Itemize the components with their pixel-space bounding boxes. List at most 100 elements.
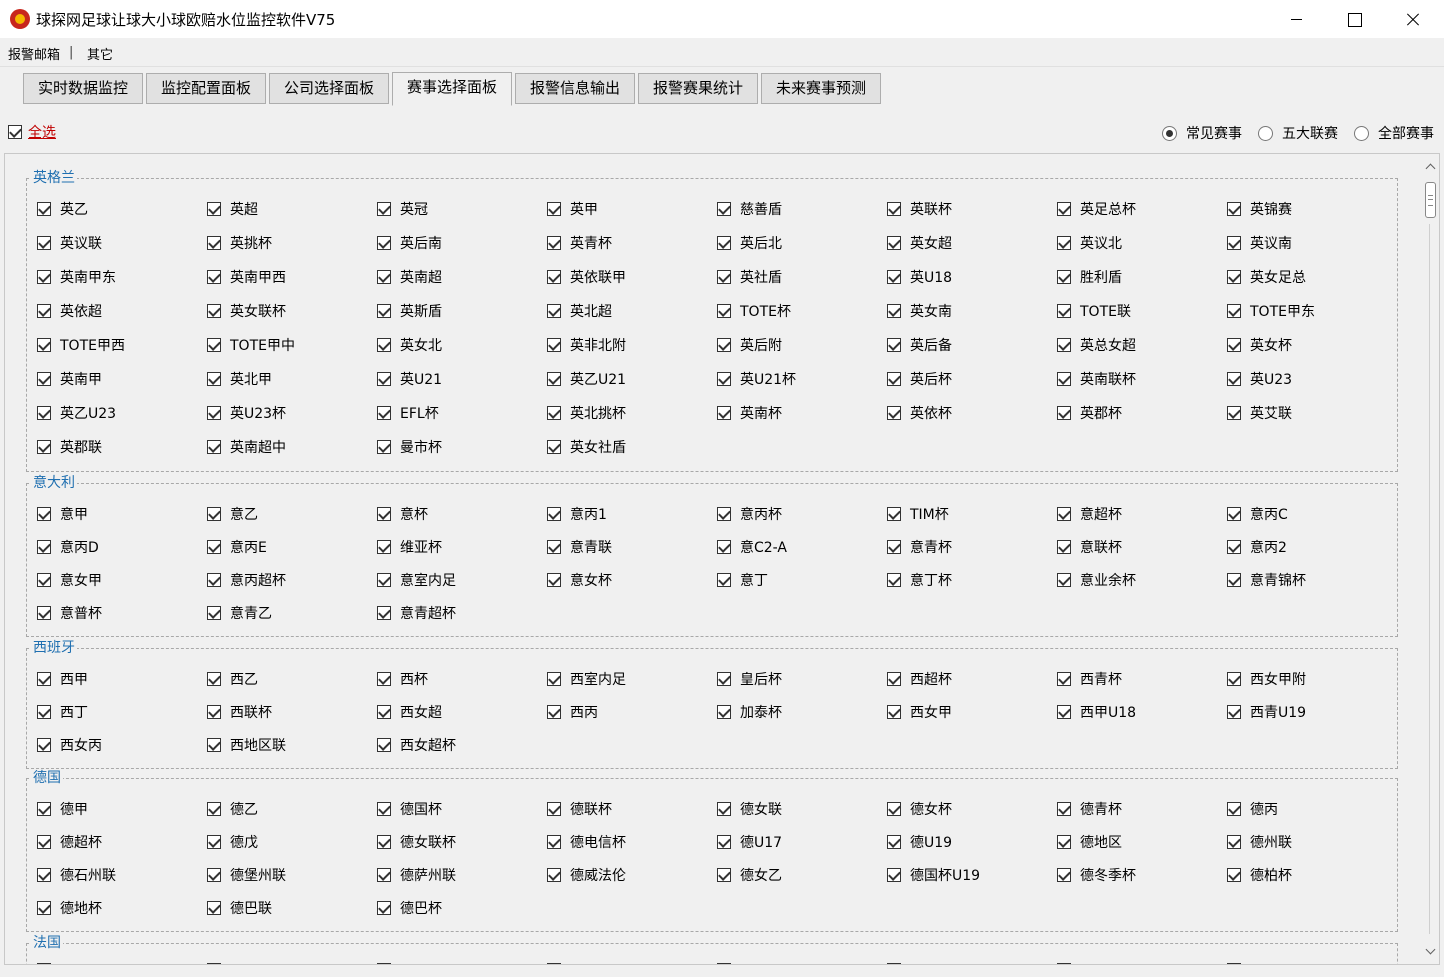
league-check[interactable] xyxy=(887,835,901,849)
league-checkbox[interactable]: 德女联杯 xyxy=(377,832,456,851)
league-checkbox[interactable]: 德乙 xyxy=(207,799,258,818)
league-check[interactable] xyxy=(37,372,51,386)
menu-other[interactable]: 其它 xyxy=(87,44,113,63)
league-check[interactable] xyxy=(37,606,51,620)
league-checkbox[interactable]: 德丙 xyxy=(1227,799,1278,818)
league-checkbox[interactable]: 英社盾 xyxy=(717,267,782,286)
league-checkbox[interactable]: 英北挑杯 xyxy=(547,403,626,422)
league-checkbox[interactable]: 西超杯 xyxy=(887,669,952,688)
league-check[interactable] xyxy=(207,440,221,454)
league-checkbox[interactable]: 英议北 xyxy=(1057,233,1122,252)
league-check[interactable] xyxy=(717,338,731,352)
league-check[interactable] xyxy=(207,835,221,849)
league-check[interactable] xyxy=(1227,540,1241,554)
league-check[interactable] xyxy=(1227,202,1241,216)
league-check[interactable] xyxy=(1227,868,1241,882)
league-checkbox[interactable]: 意联杯 xyxy=(1057,537,1122,556)
scroll-thumb[interactable] xyxy=(1425,182,1436,218)
league-checkbox[interactable]: 英冠 xyxy=(377,199,428,218)
league-check[interactable] xyxy=(1227,507,1241,521)
league-checkbox[interactable]: 加泰杯 xyxy=(717,702,782,721)
league-checkbox[interactable]: 英南甲西 xyxy=(207,267,286,286)
league-check[interactable] xyxy=(547,270,561,284)
league-check[interactable] xyxy=(207,606,221,620)
radio-common-matches[interactable]: 常见赛事 xyxy=(1162,123,1242,143)
tab-future-prediction[interactable]: 未来赛事预测 xyxy=(761,73,881,104)
league-checkbox[interactable]: 德女联 xyxy=(717,799,782,818)
league-checkbox[interactable]: 意女杯 xyxy=(547,570,612,589)
league-checkbox[interactable]: 英乙 xyxy=(37,199,88,218)
league-check[interactable] xyxy=(887,372,901,386)
league-checkbox[interactable]: 英女足总 xyxy=(1227,267,1306,286)
league-checkbox[interactable]: 意杯 xyxy=(377,504,428,523)
league-checkbox[interactable]: 英锦赛 xyxy=(1227,199,1292,218)
league-checkbox[interactable]: 意丁 xyxy=(717,570,768,589)
league-check[interactable] xyxy=(547,802,561,816)
league-check[interactable] xyxy=(377,901,391,915)
league-checkbox[interactable]: 英南杯 xyxy=(717,403,782,422)
league-checkbox[interactable]: 德戊 xyxy=(207,832,258,851)
league-checkbox[interactable]: 英联杯 xyxy=(887,199,952,218)
league-check[interactable] xyxy=(37,406,51,420)
league-check[interactable] xyxy=(207,270,221,284)
tab-company-select[interactable]: 公司选择面板 xyxy=(269,73,389,104)
league-check[interactable] xyxy=(1057,835,1071,849)
league-check[interactable] xyxy=(377,202,391,216)
league-checkbox[interactable]: 德地区 xyxy=(1057,832,1122,851)
league-check[interactable] xyxy=(37,868,51,882)
league-checkbox[interactable]: 德堡州联 xyxy=(207,865,286,884)
scroll-up-arrow-icon[interactable] xyxy=(1424,161,1436,173)
league-check[interactable] xyxy=(547,672,561,686)
league-check[interactable] xyxy=(547,372,561,386)
radio-all-matches-circle[interactable] xyxy=(1354,125,1369,141)
league-check[interactable] xyxy=(1227,406,1241,420)
league-check[interactable] xyxy=(1057,573,1071,587)
league-check[interactable] xyxy=(717,507,731,521)
league-check[interactable] xyxy=(717,372,731,386)
league-check[interactable] xyxy=(887,540,901,554)
league-check[interactable] xyxy=(887,672,901,686)
league-checkbox[interactable]: 英南联杯 xyxy=(1057,369,1136,388)
league-checkbox[interactable]: 英依超 xyxy=(37,301,102,320)
league-checkbox[interactable]: 德威法伦 xyxy=(547,865,626,884)
league-check[interactable] xyxy=(37,270,51,284)
league-checkbox[interactable]: 意丙超杯 xyxy=(207,570,286,589)
league-check[interactable] xyxy=(207,236,221,250)
league-checkbox[interactable]: 英U18 xyxy=(887,267,952,286)
league-checkbox[interactable]: 英U23杯 xyxy=(207,403,286,422)
league-checkbox[interactable]: TOTE甲东 xyxy=(1227,301,1315,320)
league-checkbox[interactable]: 英挑杯 xyxy=(207,233,272,252)
league-checkbox[interactable]: 意丙杯 xyxy=(717,504,782,523)
league-checkbox[interactable]: 意丙C xyxy=(1227,504,1288,523)
league-checkbox[interactable]: 英后北 xyxy=(717,233,782,252)
league-check[interactable] xyxy=(377,338,391,352)
league-checkbox[interactable]: 意普杯 xyxy=(37,603,102,622)
league-check[interactable] xyxy=(37,202,51,216)
league-check[interactable] xyxy=(887,868,901,882)
league-checkbox[interactable]: 德电信杯 xyxy=(547,832,626,851)
league-check[interactable] xyxy=(37,672,51,686)
league-check[interactable] xyxy=(547,540,561,554)
league-check[interactable] xyxy=(37,304,51,318)
league-check[interactable] xyxy=(377,406,391,420)
league-checkbox[interactable]: 西女甲 xyxy=(887,702,952,721)
league-check[interactable] xyxy=(1227,672,1241,686)
league-checkbox[interactable]: 德石州联 xyxy=(37,865,116,884)
league-check[interactable] xyxy=(377,835,391,849)
league-check[interactable] xyxy=(377,236,391,250)
league-checkbox[interactable]: 德巴联 xyxy=(207,898,272,917)
tab-alarm-results[interactable]: 报警赛果统计 xyxy=(638,73,758,104)
league-check[interactable] xyxy=(547,406,561,420)
league-check[interactable] xyxy=(717,236,731,250)
league-check[interactable] xyxy=(377,738,391,752)
league-check[interactable] xyxy=(1057,540,1071,554)
league-checkbox[interactable]: 德U17 xyxy=(717,832,782,851)
league-checkbox[interactable]: 英依杯 xyxy=(887,403,952,422)
league-check[interactable] xyxy=(547,835,561,849)
league-check[interactable] xyxy=(717,868,731,882)
league-checkbox[interactable]: TOTE甲中 xyxy=(207,335,295,354)
league-checkbox[interactable]: 英北甲 xyxy=(207,369,272,388)
close-button[interactable] xyxy=(1384,0,1442,38)
league-check[interactable] xyxy=(377,270,391,284)
league-check[interactable] xyxy=(377,304,391,318)
